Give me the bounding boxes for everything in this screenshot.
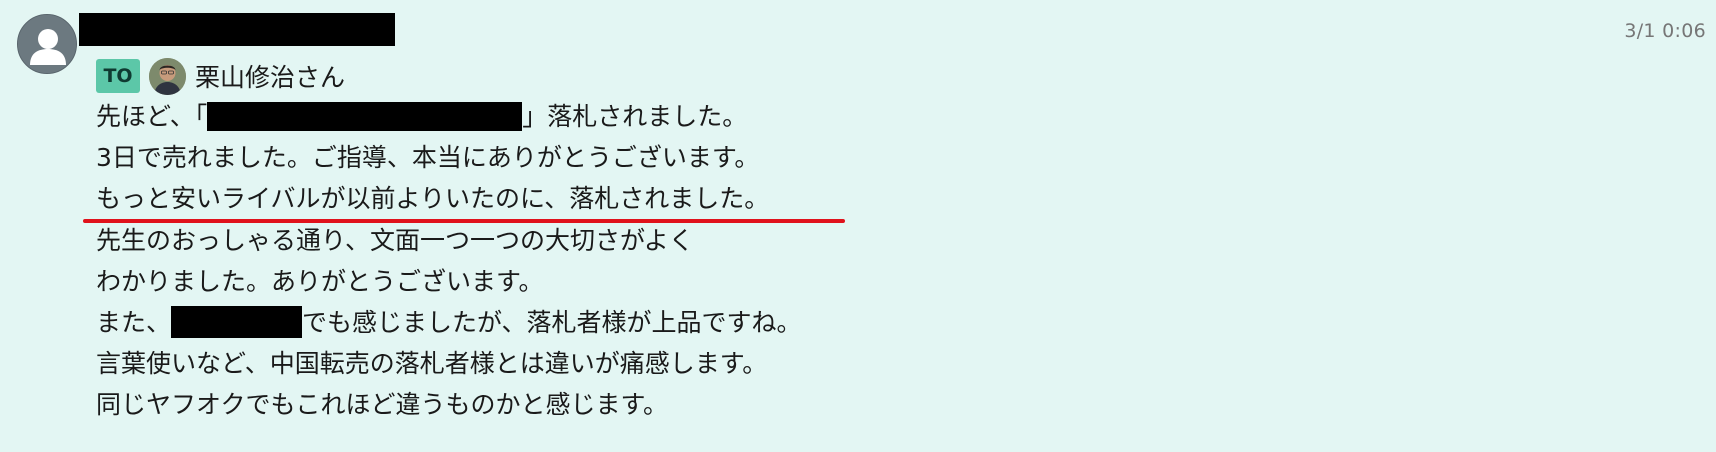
recipient-avatar-icon[interactable] — [149, 57, 186, 95]
message-line-5: わかりました。ありがとうございます。 — [96, 266, 544, 296]
highlight-underline — [83, 219, 845, 223]
line-1-text-after: 」落札されました。 — [522, 102, 748, 131]
message-line-6: また、 でも感じましたが、落札者様が上品ですね。 — [96, 302, 802, 343]
to-mention: TO 栗山修治さん — [96, 56, 345, 96]
message-line-8: 同じヤフオクでもこれほど違うものかと感じます。 — [96, 390, 669, 420]
message-line-3: もっと安いライバルが以前よりいたのに、落札されました。 — [96, 184, 770, 214]
line-1-text-before: 先ほど、「 — [96, 102, 208, 131]
line-6-text-before: また、 — [96, 307, 172, 337]
sender-name-redacted — [79, 13, 395, 46]
redacted-term — [171, 305, 303, 338]
to-badge[interactable]: TO — [96, 59, 140, 93]
recipient-name[interactable]: 栗山修治さん — [195, 58, 345, 94]
message-timestamp: 3/1 0:06 — [1624, 20, 1706, 42]
message-line-7: 言葉使いなど、中国転売の落札者様とは違いが痛感します。 — [96, 349, 768, 379]
message-body: 先ほど、「 」落札されました。 3日で売れました。ご指導、本当にありがとうございま… — [96, 96, 802, 426]
redacted-item-name — [207, 101, 523, 131]
line-6-text-after: でも感じましたが、落札者様が上品ですね。 — [302, 307, 802, 337]
chat-message: 3/1 0:06 TO 栗山修治さん 先ほど、「 」落札されました。 3日で売れま… — [0, 0, 1716, 452]
message-line-1: 先ほど、「 」落札されました。 — [96, 96, 802, 137]
message-line-4: 先生のおっしゃる通り、文面一つ一つの大切さがよく — [96, 225, 694, 255]
sender-avatar-icon[interactable] — [17, 14, 77, 74]
message-line-2: 3日で売れました。ご指導、本当にありがとうございます。 — [96, 143, 760, 173]
